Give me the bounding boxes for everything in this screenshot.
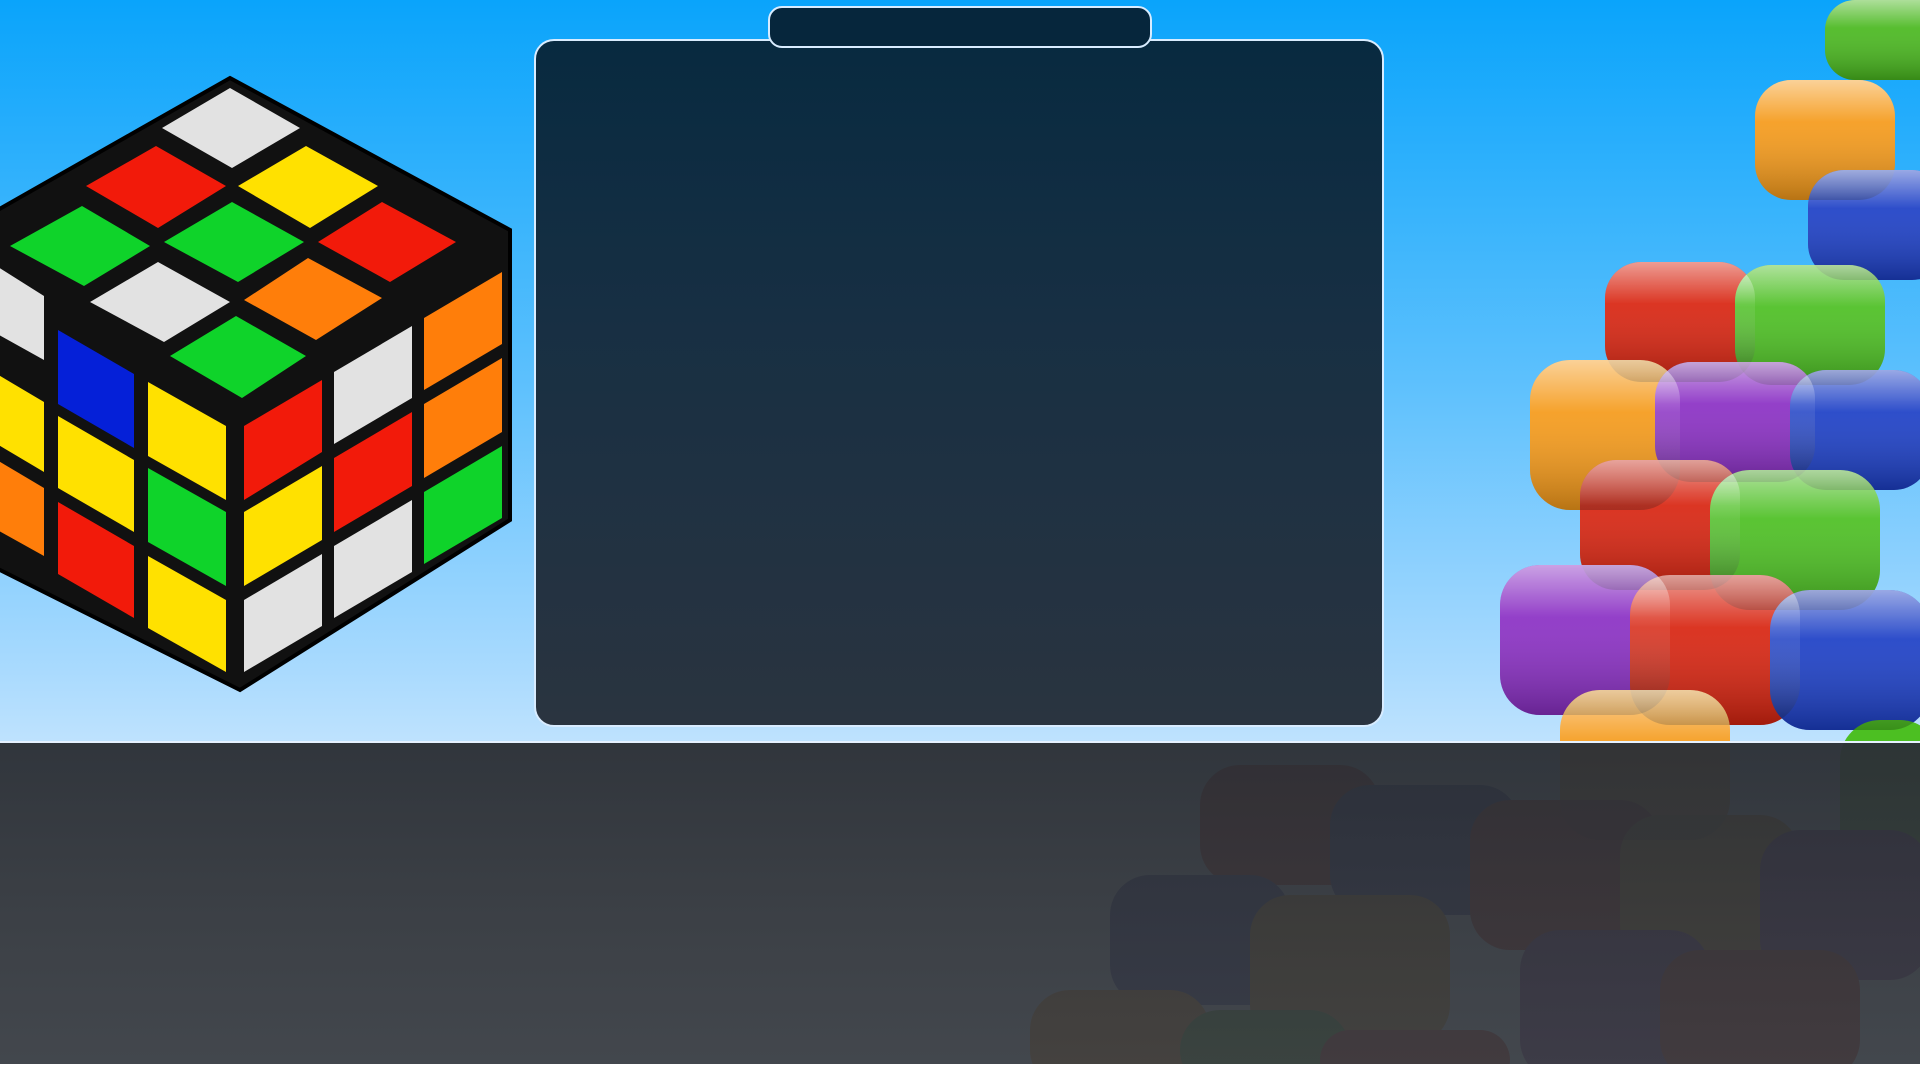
main-panel bbox=[534, 39, 1384, 727]
game-screen bbox=[0, 0, 1920, 1080]
panel-header-tab bbox=[768, 6, 1152, 48]
bottom-edge-strip bbox=[0, 1064, 1920, 1080]
rubiks-cube-illustration bbox=[0, 75, 512, 693]
bottom-tray bbox=[0, 741, 1920, 1064]
